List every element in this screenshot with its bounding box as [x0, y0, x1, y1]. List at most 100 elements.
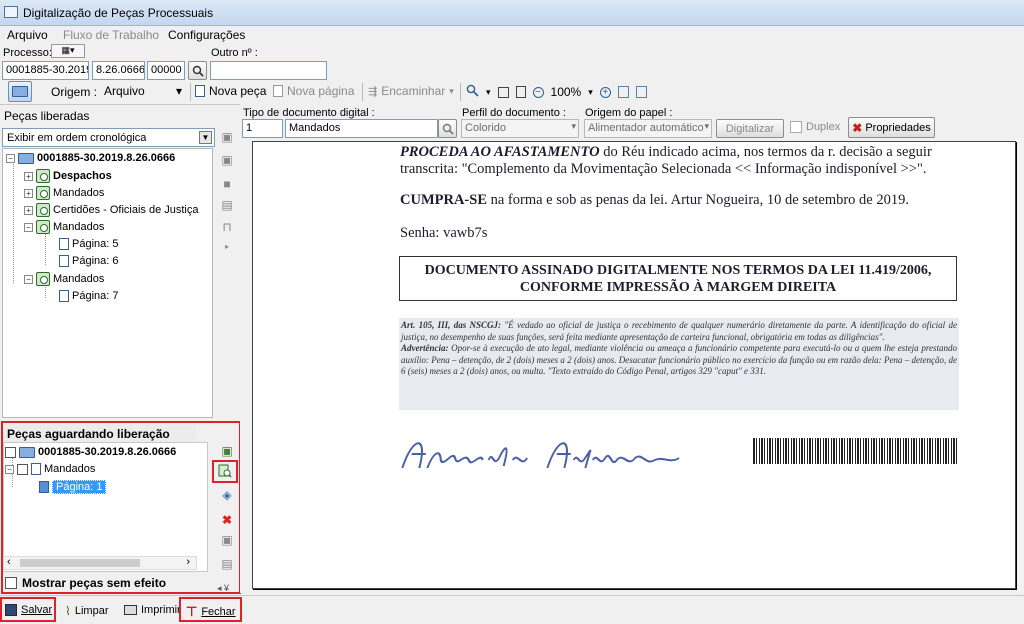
rotate-right-icon[interactable] [635, 86, 647, 98]
perfil-documento-select[interactable]: Colorido ▾ [461, 119, 579, 138]
forward-icon: ⇶ [368, 85, 378, 98]
merge-icon[interactable]: ▤ [219, 556, 235, 572]
tree-item[interactable]: + Certidões - Oficiais de Justiça [24, 202, 199, 218]
collapse-icon[interactable]: − [6, 153, 15, 163]
tree-item[interactable]: − Mandados [24, 219, 104, 235]
nova-peca-button[interactable]: Nova peça [195, 84, 266, 98]
tree-item-label: Mandados [53, 221, 105, 233]
scrollbar-thumb[interactable] [20, 559, 140, 567]
tree-item-label: Mandados [44, 463, 96, 475]
mostrar-sem-efeito-checkbox[interactable]: Mostrar peças sem efeito [5, 576, 166, 590]
fit-width-icon[interactable] [497, 86, 509, 98]
zoom-level[interactable]: 100% [551, 85, 582, 99]
lock-icon[interactable]: ⊓ [219, 219, 235, 235]
processo-number-field[interactable]: 0001885-30.2019 [2, 61, 89, 80]
rotate-left-icon[interactable] [617, 86, 629, 98]
tree-item[interactable]: − Mandados [5, 461, 95, 477]
tree-page-item[interactable]: Página: 7 [59, 288, 118, 304]
vertical-scrollbar[interactable] [1017, 138, 1024, 593]
fechar-button[interactable]: ⊤ Fechar [186, 604, 236, 620]
ordem-value: Exibir em ordem cronológica [7, 132, 147, 144]
unrelease-icon[interactable]: ▣ [219, 152, 235, 168]
liberadas-header: Peças liberadas [0, 104, 240, 123]
origem-papel-select[interactable]: Alimentador automático ▾ [584, 119, 712, 138]
tree-item[interactable]: + Despachos [24, 168, 112, 184]
search-tipo-button[interactable] [438, 119, 457, 138]
encaminhar-button[interactable]: ⇶ Encaminhar ▾ [368, 84, 454, 98]
process-type-dropdown[interactable]: ▦▾ [51, 44, 85, 58]
checkbox-box[interactable] [790, 121, 802, 133]
tree-page-item[interactable]: Página: 5 [59, 236, 118, 252]
propriedades-button[interactable]: ✖ Propriedades [848, 117, 935, 138]
item-checkbox[interactable] [17, 463, 28, 475]
toolbar-separator [460, 83, 461, 101]
tree-item-label: Mandados [53, 187, 105, 199]
collapse-panel-icon[interactable]: ◂ ¥ [215, 580, 231, 596]
tree-root-liberadas[interactable]: − 0001885-30.2019.8.26.0666 [6, 150, 175, 166]
salvar-button[interactable]: Salvar [5, 604, 52, 616]
aguardando-title: Peças aguardando liberação [4, 425, 196, 442]
chevron-left-icon[interactable]: ‹ [7, 556, 11, 568]
duplex-checkbox[interactable]: Duplex [790, 121, 840, 133]
limpar-label: Limpar [74, 605, 109, 617]
tree-item[interactable]: + Mandados [24, 185, 104, 201]
digitalizar-button[interactable]: Digitalizar [716, 119, 784, 138]
release-piece-icon[interactable]: ▣ [219, 443, 235, 459]
collapse-icon[interactable]: − [24, 222, 33, 232]
collapse-icon[interactable]: − [5, 464, 14, 474]
origem-select[interactable]: Arquivo ▾ [100, 82, 186, 101]
tree-page-item-selected[interactable]: Página: 1 [39, 479, 107, 495]
ordem-select[interactable]: Exibir em ordem cronológica ▼ [2, 128, 215, 147]
horizontal-scrollbar[interactable]: ‹ › [3, 556, 197, 570]
preview-piece-icon[interactable] [217, 463, 233, 479]
processo-court-field[interactable]: 8.26.0666 [92, 61, 145, 80]
senha-text: Senha: vawb7s [400, 225, 488, 241]
collapse-icon[interactable]: − [24, 274, 33, 284]
move-piece-icon[interactable]: ▣ [219, 532, 235, 548]
outro-numero-input[interactable] [210, 61, 327, 80]
copy-icon[interactable]: ■ [219, 176, 235, 192]
checkbox-box[interactable] [5, 577, 17, 589]
scanner-button[interactable] [8, 81, 32, 102]
tree-item-label: Certidões - Oficiais de Justiça [53, 204, 199, 216]
menu-fluxo-de-trabalho[interactable]: Fluxo de Trabalho [63, 28, 159, 42]
search-process-button[interactable] [188, 61, 207, 80]
imprimir-button[interactable]: Imprimir [124, 604, 181, 616]
tree-page-item[interactable]: Página: 6 [59, 253, 118, 269]
move-icon[interactable]: ▤ [219, 197, 235, 213]
zoom-out-icon[interactable]: − [532, 86, 544, 98]
tipo-documento-code[interactable]: 1 [242, 119, 283, 138]
expand-icon[interactable]: + [24, 205, 33, 215]
document-group-icon [36, 169, 50, 183]
zoom-in-icon[interactable]: + [599, 86, 611, 98]
paragraph-proceda: PROCEDA AO AFASTAMENTO do Réu indicado a… [400, 144, 960, 178]
edit-icon[interactable]: ◈ [219, 487, 235, 503]
fit-page-icon[interactable] [515, 86, 526, 98]
chevron-down-icon: ▾ [175, 84, 182, 98]
document-group-icon [36, 203, 50, 217]
menu-arquivo[interactable]: Arquivo [7, 28, 48, 42]
delete-icon[interactable]: ✖ [219, 512, 235, 528]
nova-pagina-button[interactable]: Nova página [273, 84, 354, 98]
tree-root-aguardando[interactable]: 0001885-30.2019.8.26.0666 [5, 444, 176, 460]
release-icon[interactable]: ▣ [219, 129, 235, 145]
expand-icon[interactable]: + [24, 171, 33, 181]
note-art-bold: Art. 105, III, das NSCGJ: [401, 320, 502, 330]
chevron-right-icon[interactable]: ▸ [219, 238, 235, 254]
zoom-tool-icon[interactable] [466, 84, 479, 100]
menu-configuracoes[interactable]: Configurações [168, 28, 245, 42]
root-checkbox[interactable] [5, 446, 16, 458]
limpar-button[interactable]: ⌇ Limpar [65, 604, 108, 618]
tree-item[interactable]: − Mandados [24, 271, 104, 287]
chevron-down-icon[interactable]: ▾ [486, 87, 491, 98]
chevron-right-icon[interactable]: › [186, 556, 190, 568]
processo-origin-field[interactable]: 00000 [147, 61, 185, 80]
assinatura-box: DOCUMENTO ASSINADO DIGITALMENTE NOS TERM… [399, 256, 957, 301]
document-page[interactable]: PROCEDA AO AFASTAMENTO do Réu indicado a… [252, 141, 1016, 589]
salvar-label: Salvar [21, 604, 53, 616]
expand-icon[interactable]: + [24, 188, 33, 198]
chevron-down-icon[interactable]: ▾ [588, 87, 593, 98]
broom-icon: ⌇ [65, 604, 71, 618]
tipo-documento-input[interactable]: Mandados [285, 119, 438, 138]
note-adv-bold: Advertência: [401, 343, 449, 353]
